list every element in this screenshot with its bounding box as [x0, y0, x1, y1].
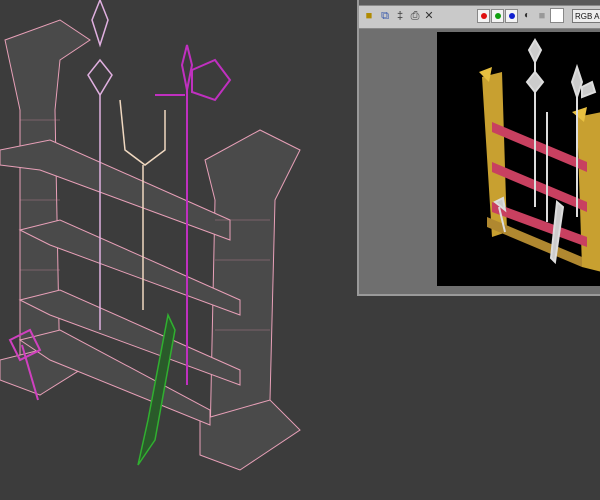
print-icon[interactable]: ⎙ [408, 9, 422, 23]
rendered-image [437, 32, 600, 286]
clone-icon[interactable]: ⧉ [378, 9, 392, 23]
alpha-channel-icon[interactable]: ◐ [520, 9, 534, 23]
channel-display-select[interactable]: RGB Alph [572, 9, 600, 23]
weapon-rack-wireframe [0, 19, 301, 471]
copy-icon[interactable]: ‡ [393, 9, 407, 23]
red-channel-toggle[interactable] [477, 9, 490, 23]
green-channel-toggle[interactable] [491, 9, 504, 23]
monochrome-icon[interactable]: ■ [535, 9, 549, 23]
rendered-frame-window[interactable]: ■ ⧉ ‡ ⎙ ✕ ◐ ■ RGB Alph [357, 0, 600, 296]
blue-channel-toggle[interactable] [505, 9, 518, 23]
render-toolbar: ■ ⧉ ‡ ⎙ ✕ ◐ ■ RGB Alph [359, 6, 600, 29]
color-swatch[interactable] [550, 8, 564, 23]
clear-icon[interactable]: ✕ [422, 9, 436, 23]
save-icon[interactable]: ■ [362, 9, 376, 23]
